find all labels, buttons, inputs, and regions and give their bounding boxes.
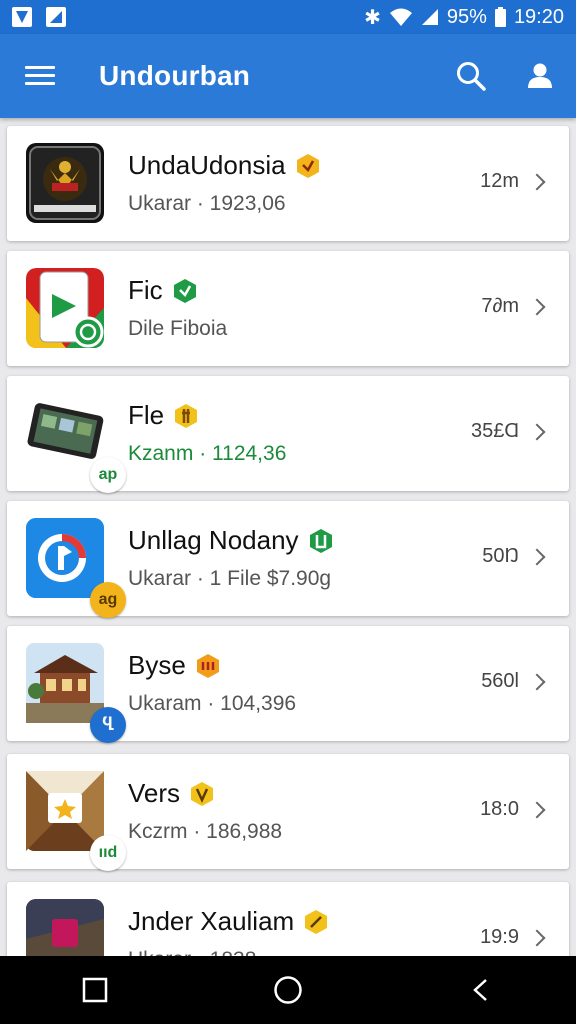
item-meta: 35£Ɑ — [470, 420, 546, 443]
chevron-right-icon — [528, 173, 546, 190]
chevron-right-icon — [528, 801, 546, 818]
app-title: Undourban — [99, 60, 251, 91]
item-meta: 19:9 — [480, 926, 546, 949]
item-meta: 7∂m — [481, 295, 546, 318]
app-thumbnail — [26, 268, 104, 348]
chevron-right-icon — [528, 298, 546, 315]
list-item[interactable]: UndaUdonsia Ukarar · 1923,06 12m — [7, 126, 569, 241]
item-title: Unllag Nodany — [128, 525, 299, 555]
list-item[interactable]: Fic Dile Fiboia 7∂m — [7, 251, 569, 366]
list-item[interactable]: Ⴁ Byse Ukaram · 104,396 560l — [7, 626, 569, 743]
item-meta: 12m — [480, 170, 546, 193]
item-meta: 560l — [481, 670, 546, 693]
item-subtitle: Kczrm · 186,988 — [128, 820, 283, 843]
item-meta: 50Ŋ — [482, 545, 546, 568]
back-icon[interactable] — [468, 977, 494, 1003]
signal-icon — [421, 9, 438, 25]
item-subtitle: Ukarar · 1 File $7.90g — [128, 567, 332, 590]
item-subtitle: Ukaram · 104,396 — [128, 692, 297, 715]
item-meta: 18:0 — [480, 798, 546, 821]
item-title: Fic — [128, 275, 163, 305]
platform-badge: ag — [90, 582, 126, 618]
item-subtitle: Dile Fiboia — [128, 317, 228, 340]
item-size: 19:9 — [480, 926, 519, 948]
list-item[interactable]: ııd Vers Kczrm · 186,988 18:0 — [7, 754, 569, 871]
app-thumbnail — [26, 143, 104, 223]
battery-icon — [494, 7, 506, 27]
item-title-row: Vers — [128, 778, 214, 809]
item-subtitle: Kzanm · 1124,36 — [128, 442, 287, 465]
list-item[interactable]: ag Unllag Nodany Ukarar · 1 File $7.90g … — [7, 501, 569, 618]
bluetooth-icon: ✱ — [364, 6, 381, 29]
item-size: 18:0 — [480, 798, 519, 820]
verified-badge-icon — [196, 653, 219, 678]
list-item[interactable]: ap Fle Kzanm · 1124,36 35£Ɑ — [7, 376, 569, 493]
menu-icon[interactable] — [25, 66, 55, 86]
app-thumbnail: ap — [26, 393, 126, 493]
item-subtitle: Ukarar · 1923,06 — [128, 192, 286, 215]
chevron-right-icon — [528, 423, 546, 440]
app-thumbnail: Ⴁ — [26, 643, 126, 743]
notification-icon — [12, 7, 32, 27]
verified-badge-icon — [175, 403, 198, 428]
platform-badge: ap — [90, 457, 126, 493]
item-title-row: UndaUdonsia — [128, 150, 320, 181]
item-title: Byse — [128, 650, 186, 680]
item-title: Jnder Xauliam — [128, 906, 295, 936]
verified-badge-icon — [173, 278, 196, 303]
system-navigation-bar — [0, 956, 576, 1024]
status-bar: ✱ 95% 19:20 — [0, 0, 576, 34]
item-title-row: Byse — [128, 650, 220, 681]
clock: 19:20 — [513, 5, 564, 28]
chevron-right-icon — [528, 929, 546, 946]
verified-badge-icon — [309, 528, 332, 553]
item-size: 50Ŋ — [482, 545, 519, 567]
item-title: Vers — [128, 778, 181, 808]
item-title-row: Unllag Nodany — [128, 525, 333, 556]
item-title: Fle — [128, 400, 165, 430]
item-title-row: Fle — [128, 400, 198, 431]
chevron-right-icon — [528, 548, 546, 565]
app-thumbnail: ııd — [26, 771, 126, 871]
verified-badge-icon — [305, 909, 328, 934]
battery-percent: 95% — [446, 5, 487, 28]
item-title-row: Fic — [128, 275, 197, 306]
item-size: 12m — [480, 170, 519, 192]
chevron-right-icon — [528, 673, 546, 690]
gallery-notification-icon — [46, 7, 66, 27]
platform-badge: Ⴁ — [90, 707, 126, 743]
app-thumbnail: ag — [26, 518, 126, 618]
item-size: 35£Ɑ — [470, 420, 519, 442]
search-icon[interactable] — [456, 61, 486, 91]
item-title-row: Jnder Xauliam — [128, 906, 328, 937]
item-title: UndaUdonsia — [128, 150, 286, 180]
item-size: 560l — [481, 670, 519, 692]
verified-badge-icon — [191, 781, 214, 806]
app-bar: Undourban — [0, 34, 576, 118]
profile-icon[interactable] — [526, 62, 554, 90]
wifi-icon — [389, 8, 412, 26]
home-icon[interactable] — [273, 975, 303, 1005]
item-size: 7∂m — [481, 295, 519, 317]
recent-apps-icon[interactable] — [82, 977, 108, 1003]
platform-badge: ııd — [90, 835, 126, 871]
verified-badge-icon — [296, 153, 319, 178]
